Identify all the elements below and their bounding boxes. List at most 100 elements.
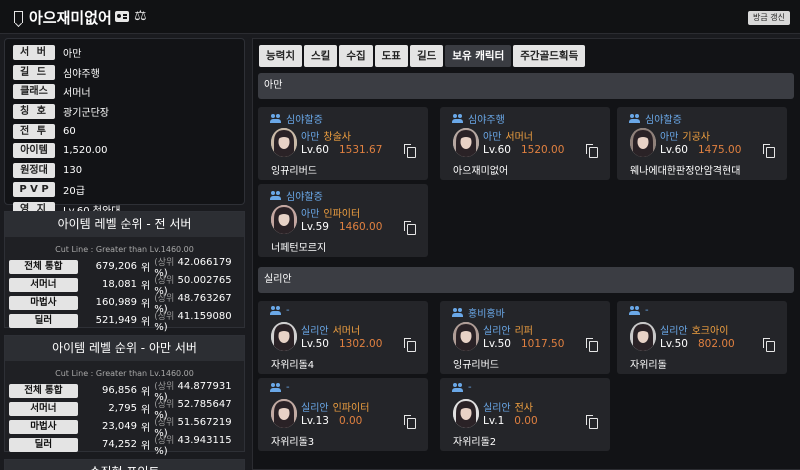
rank-prefix: (상위	[154, 293, 175, 304]
copy-icon[interactable]	[763, 338, 775, 352]
info-key: 전 투	[13, 123, 55, 139]
character-name: 아으재미없어	[29, 9, 112, 27]
scale-icon[interactable]: ⚖	[134, 9, 147, 23]
character-card[interactable]: 심야할증 아만 기공사 Lv.60 1475.00 웨나에대한판정안암격현대	[617, 107, 787, 180]
info-key: 서 버	[13, 45, 55, 61]
character-name: 잉뀨리버드	[271, 166, 317, 177]
class-name: 인파이터	[323, 209, 361, 220]
level-line: Lv.60 1520.00	[483, 144, 564, 156]
character-card[interactable]: 심야주행 아만 서머너 Lv.60 1520.00 아으재미없어	[440, 107, 610, 180]
copy-icon[interactable]	[404, 415, 416, 429]
character-portrait-icon	[271, 205, 297, 234]
info-value: 아만	[63, 49, 82, 61]
rank-unit: 위	[141, 317, 151, 328]
rank-number: 23,049	[102, 421, 138, 432]
copy-icon[interactable]	[404, 144, 416, 158]
rank-prefix: (상위	[154, 399, 175, 410]
tab-stats[interactable]: 능력치	[259, 45, 302, 67]
class-line: 아만 기공사	[660, 128, 710, 143]
copy-icon[interactable]	[586, 415, 598, 429]
avatar	[453, 399, 479, 428]
id-card-icon[interactable]	[115, 11, 129, 22]
server-name: 실리안	[483, 326, 511, 337]
character-card[interactable]: - 실리안 전사 Lv.1 0.00 자위리돌2	[440, 378, 610, 451]
rank-unit: 위	[141, 441, 151, 452]
guild-name: 홍비홍바	[468, 309, 505, 320]
tab-collection[interactable]: 수집	[339, 45, 373, 67]
character-level: Lv.59	[301, 221, 329, 233]
info-key: 클래스	[13, 84, 55, 100]
server-name: 실리안	[483, 403, 511, 414]
guild-name: -	[468, 382, 472, 393]
item-level: 0.00	[338, 415, 363, 427]
refresh-button[interactable]: 방금 갱신	[748, 11, 790, 25]
character-card[interactable]: 심야할증 아만 인파이터 Lv.59 1460.00 너페턴모르지	[258, 184, 428, 257]
character-card[interactable]: - 실리안 호크아이 Lv.50 802.00 자위리돌	[617, 301, 787, 374]
info-value: 광기군단장	[63, 108, 109, 120]
character-level: Lv.1	[483, 415, 505, 427]
character-portrait-icon	[271, 128, 297, 157]
tab-skills[interactable]: 스킬	[303, 45, 338, 67]
level-line: Lv.50 802.00	[660, 338, 735, 350]
avatar	[453, 322, 479, 351]
info-row-class: 클래스 서머너	[9, 82, 240, 102]
guild-name: 심야주행	[468, 115, 505, 126]
tab-weekly-gold[interactable]: 주간골드획득	[513, 45, 586, 67]
info-row-expedition: 원정대 130	[9, 161, 240, 181]
item-level: 1475.00	[697, 144, 742, 156]
tab-charts[interactable]: 도표	[374, 45, 408, 67]
rank-prefix: (상위	[154, 435, 175, 446]
rank-number: 160,989	[95, 297, 138, 308]
character-level: Lv.60	[301, 144, 329, 156]
character-card[interactable]: - 실리안 인파이터 Lv.13 0.00 자위리돌3	[258, 378, 428, 451]
tab-owned-characters[interactable]: 보유 캐릭터	[445, 45, 512, 67]
server-group-header: 실리안	[258, 267, 794, 293]
item-level: 1520.00	[520, 144, 565, 156]
copy-icon[interactable]	[404, 338, 416, 352]
class-name: 인파이터	[332, 403, 370, 414]
bookmark-icon[interactable]	[14, 11, 23, 23]
class-name: 서머너	[505, 132, 534, 143]
character-card[interactable]: - 실리안 서머너 Lv.50 1302.00 자위리돌4	[258, 301, 428, 374]
item-level: 1017.50	[520, 338, 565, 350]
rank-unit: 위	[141, 387, 151, 398]
level-line: Lv.1 0.00	[483, 415, 538, 427]
character-portrait-icon	[453, 399, 479, 428]
info-row-combat: 전 투 60	[9, 121, 240, 141]
character-card[interactable]: 홍비홍바 실리안 리퍼 Lv.50 1017.50 잉규리버드	[440, 301, 610, 374]
rank-box-title: 아이템 레벨 순위 - 전 서버	[5, 212, 244, 237]
avatar	[271, 322, 297, 351]
info-key: P V P	[13, 182, 55, 198]
server-name: 아만	[660, 132, 679, 143]
avatar	[453, 128, 479, 157]
class-name: 창술사	[323, 132, 352, 143]
copy-icon[interactable]	[763, 144, 775, 158]
rank-unit: 위	[141, 299, 151, 310]
copy-icon[interactable]	[404, 221, 416, 235]
rank-unit: 위	[141, 423, 151, 434]
guild-line: 심야할증	[270, 111, 323, 126]
item-level: 1302.00	[338, 338, 383, 350]
level-line: Lv.50 1017.50	[483, 338, 564, 350]
guild-icon	[452, 113, 464, 124]
copy-icon[interactable]	[586, 338, 598, 352]
rank-prefix: (상위	[154, 417, 175, 428]
rank-box-title: 수집형 포인트	[5, 460, 244, 470]
copy-icon[interactable]	[586, 144, 598, 158]
level-line: Lv.13 0.00	[301, 415, 362, 427]
server-name: 아만	[301, 209, 320, 220]
tab-guild[interactable]: 길드	[409, 45, 444, 67]
class-name: 전사	[514, 403, 534, 414]
rank-label: 딜러	[9, 313, 78, 328]
guild-line: 홍비홍바	[452, 305, 505, 320]
item-level: 802.00	[697, 338, 735, 350]
character-card[interactable]: 심야할증 아만 창술사 Lv.60 1531.67 잉뀨리버드	[258, 107, 428, 180]
avatar	[271, 399, 297, 428]
info-value: 서머너	[63, 88, 91, 100]
avatar	[271, 205, 297, 234]
class-line: 실리안 인파이터	[301, 399, 369, 414]
main-panel: 능력치 스킬 수집 도표 길드 보유 캐릭터 주간골드획득 아만 심야할증 아만 창…	[252, 38, 800, 470]
class-line: 아만 서머너	[483, 128, 533, 143]
character-level: Lv.50	[301, 338, 329, 350]
guild-line: -	[629, 305, 649, 316]
